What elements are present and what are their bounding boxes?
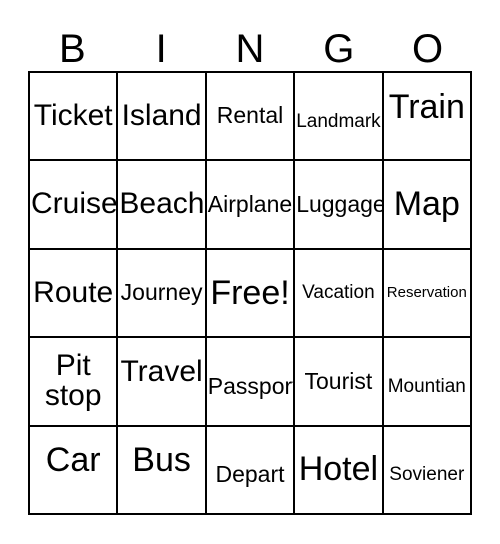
bingo-square[interactable]: Beach (118, 161, 207, 250)
bingo-square-label: Passport (207, 372, 296, 399)
bingo-square[interactable]: Hotel (295, 426, 384, 515)
bingo-square-label: Travel (120, 355, 203, 389)
bingo-square-label: Cruise (31, 187, 118, 221)
bingo-square[interactable]: Car (30, 426, 119, 515)
bingo-header-column-n: N (206, 14, 295, 71)
bingo-square-label: Airplane (207, 190, 293, 217)
bingo-square[interactable]: Train (383, 73, 472, 162)
bingo-square-label: Hotel (298, 450, 379, 489)
bingo-square-label: Ticket (33, 98, 113, 132)
bingo-square-label: Rental (216, 102, 284, 129)
bingo-square-label: Vacation (302, 282, 375, 304)
bingo-square-label: Reservation (386, 284, 467, 302)
bingo-square[interactable]: Island (118, 73, 207, 162)
bingo-square[interactable]: Travel (118, 338, 207, 427)
bingo-square[interactable]: Landmark (295, 73, 384, 162)
bingo-grid: Ticket Island Rental Landmark Train Cruise Bea… (28, 71, 472, 515)
bingo-square-label: Island (121, 98, 202, 132)
bingo-header-letter: I (155, 27, 167, 71)
bingo-square-label: Train (388, 87, 465, 126)
bingo-square-label: Pit stop (44, 348, 102, 413)
bingo-square[interactable]: Soviener (383, 426, 472, 515)
bingo-square[interactable]: Depart (206, 426, 296, 515)
bingo-square[interactable]: Route (30, 249, 119, 339)
bingo-free-space[interactable]: Free! (206, 249, 296, 339)
bingo-square-label: Map (393, 185, 460, 224)
bingo-square-label: Journey (120, 279, 203, 306)
bingo-square-label: Depart (215, 461, 285, 488)
bingo-square[interactable]: Map (383, 161, 472, 250)
bingo-header-letter: N (235, 27, 265, 71)
bingo-square[interactable]: Passport (206, 338, 296, 427)
bingo-square[interactable]: Vacation (295, 249, 384, 339)
bingo-square-label: Free! (210, 273, 290, 312)
bingo-square[interactable]: Journey (118, 249, 207, 339)
bingo-header-letter: O (412, 27, 444, 71)
bingo-square[interactable]: Pit stop (30, 338, 119, 427)
bingo-square-label: Car (45, 441, 101, 480)
bingo-square-label: Tourist (304, 367, 373, 394)
bingo-header: BINGO (28, 14, 472, 71)
bingo-card: B I N G O Ticket Island Rental Landmark Train Cru… (0, 0, 500, 544)
bingo-square[interactable]: Cruise (30, 161, 119, 250)
bingo-square[interactable]: Reservation (383, 249, 472, 339)
bingo-header-column-o: O (383, 14, 472, 71)
bingo-square-label: Beach (119, 187, 205, 221)
bingo-square[interactable]: Tourist (295, 338, 384, 427)
bingo-square[interactable]: Rental (206, 73, 296, 162)
bingo-square[interactable]: Luggage (295, 161, 384, 250)
bingo-square-label: Bus (132, 441, 191, 480)
bingo-square[interactable]: Airplane (206, 161, 296, 250)
bingo-header-column-b: B (28, 14, 117, 71)
bingo-square-label: Mountian (387, 375, 466, 397)
bingo-square[interactable]: Bus (118, 426, 207, 515)
bingo-square[interactable]: Mountian (383, 338, 472, 427)
bingo-header-column-i: I (117, 14, 206, 71)
bingo-square-label: Soviener (389, 464, 465, 486)
bingo-header-letter: G (323, 27, 355, 71)
bingo-square[interactable]: Ticket (30, 73, 119, 162)
bingo-header-letter: B (59, 27, 86, 71)
bingo-square-label: Luggage (296, 190, 384, 217)
bingo-header-column-g: G (294, 14, 383, 71)
bingo-square-label: Route (33, 275, 114, 309)
bingo-square-label: Landmark (296, 110, 381, 132)
